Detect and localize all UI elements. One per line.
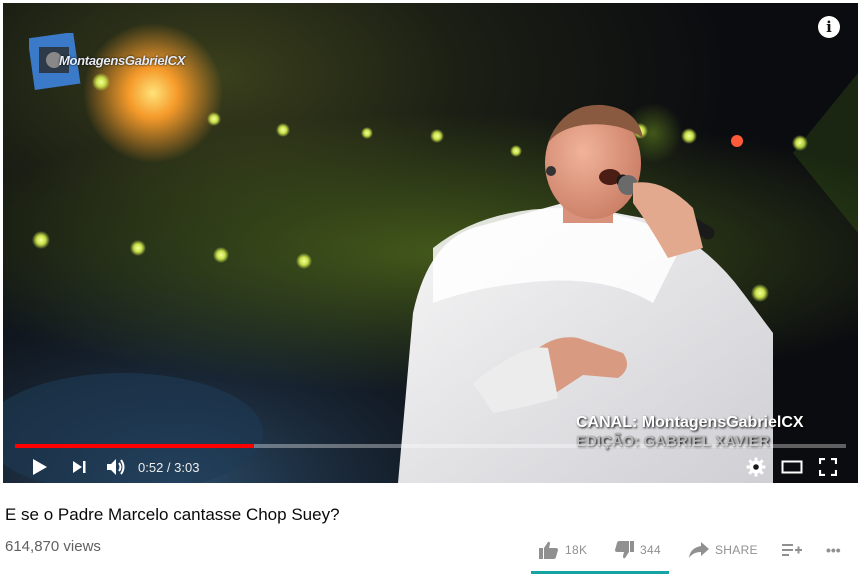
share-icon bbox=[689, 542, 709, 558]
video-actions: 18K 344 SHARE ••• bbox=[0, 538, 860, 562]
share-button[interactable]: SHARE bbox=[689, 538, 758, 562]
time-separator: / bbox=[163, 460, 175, 475]
info-icon[interactable]: i bbox=[818, 16, 840, 38]
more-icon[interactable]: ••• bbox=[826, 538, 841, 562]
play-button[interactable] bbox=[23, 451, 55, 483]
thumbs-up-icon bbox=[539, 541, 558, 559]
like-button[interactable]: 18K bbox=[539, 538, 587, 562]
thumbs-down-icon bbox=[615, 541, 634, 559]
like-count: 18K bbox=[565, 543, 588, 557]
share-label: SHARE bbox=[715, 543, 758, 557]
dislike-count: 344 bbox=[640, 543, 661, 557]
progress-played bbox=[15, 444, 255, 448]
add-to-playlist-icon bbox=[782, 544, 802, 556]
settings-button[interactable] bbox=[741, 451, 771, 483]
settings-icon bbox=[746, 457, 766, 477]
dislike-button[interactable]: 344 bbox=[614, 538, 661, 562]
time-total: 3:03 bbox=[174, 460, 200, 475]
player-controls: 0:52 / 3:03 bbox=[3, 451, 858, 483]
fullscreen-icon bbox=[819, 458, 837, 476]
progress-bar[interactable] bbox=[15, 444, 846, 448]
theater-icon bbox=[781, 460, 803, 474]
fullscreen-button[interactable] bbox=[813, 451, 843, 483]
time-display: 0:52 / 3:03 bbox=[138, 460, 199, 475]
video-title: E se o Padre Marcelo cantasse Chop Suey? bbox=[5, 505, 340, 524]
next-button[interactable] bbox=[65, 451, 93, 483]
video-player[interactable]: MontagensGabrielCX i CANAL: MontagensGab… bbox=[3, 3, 858, 483]
volume-icon bbox=[107, 459, 125, 475]
save-to-playlist-button[interactable] bbox=[782, 538, 802, 562]
mute-button[interactable] bbox=[101, 451, 131, 483]
next-icon bbox=[73, 461, 86, 473]
play-icon bbox=[33, 459, 47, 475]
time-current: 0:52 bbox=[138, 460, 164, 475]
logo-text: MontagensGabrielCX bbox=[59, 53, 186, 68]
caption-channel: CANAL: MontagensGabrielCX bbox=[576, 414, 804, 431]
caption-edit: EDIÇÃO: GABRIEL XAVIER bbox=[576, 433, 770, 450]
theater-mode-button[interactable] bbox=[777, 451, 807, 483]
